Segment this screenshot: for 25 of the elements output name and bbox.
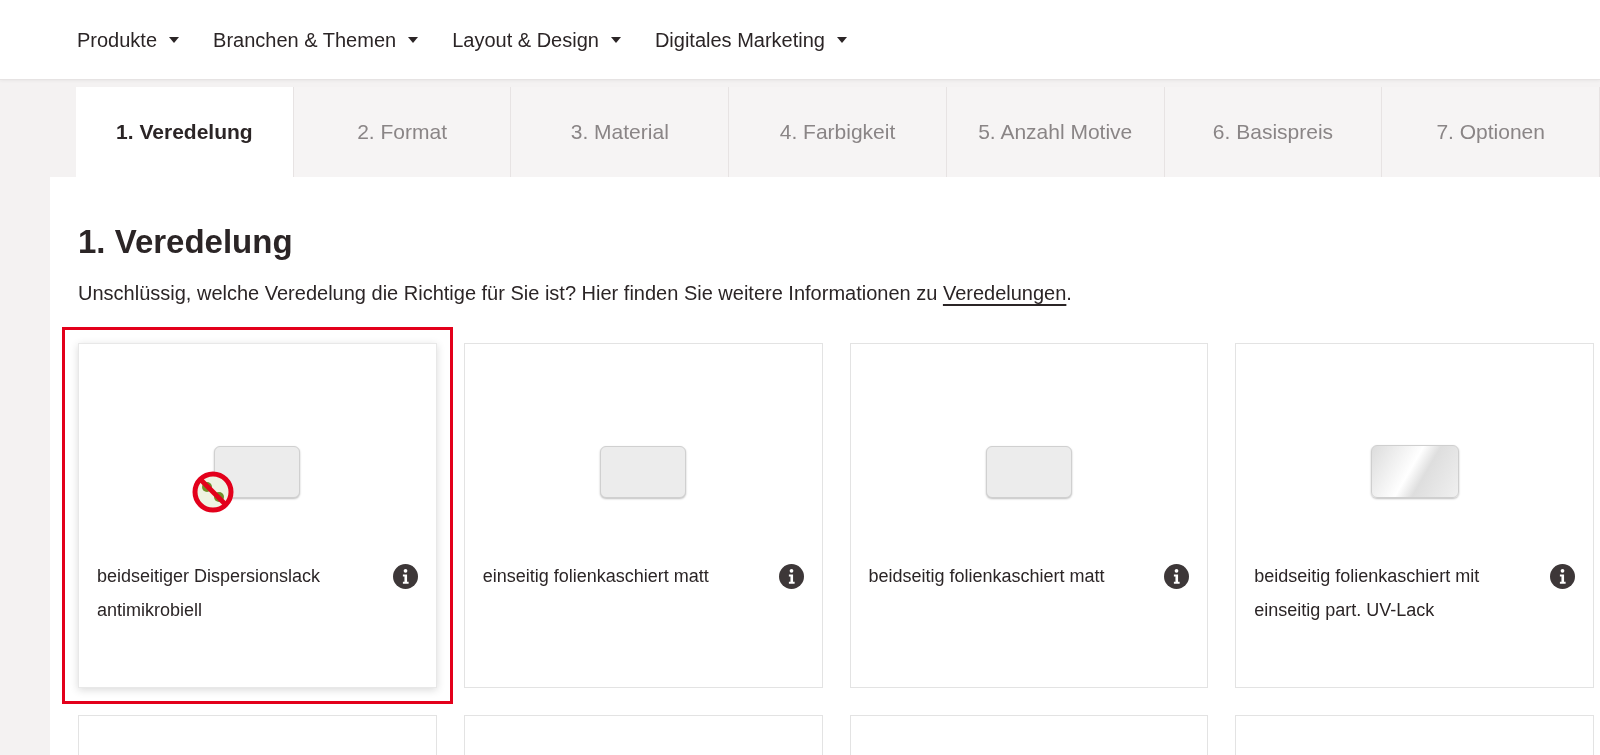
option-card[interactable]: einseitig folienkaschiert matt bbox=[463, 343, 823, 688]
option-card[interactable]: beidseitiger Dispersionslack antimikrobiell bbox=[78, 343, 437, 688]
info-icon[interactable] bbox=[1550, 564, 1575, 589]
caret-icon bbox=[837, 36, 847, 43]
veredelungen-link[interactable]: Veredelungen bbox=[942, 282, 1067, 304]
intro-text: Unschlüssig, welche Veredelung die Richtige für Sie ist? Hier finden Sie weitere Informationen zu Veredelungen. bbox=[78, 281, 1073, 306]
caret-icon bbox=[169, 36, 180, 43]
nav-menu-item[interactable]: Layout & Design bbox=[452, 24, 621, 55]
nav-menu-item[interactable]: Produkte bbox=[77, 24, 180, 55]
nav-menu-item[interactable]: Branchen & Themen bbox=[213, 24, 419, 55]
info-icon[interactable] bbox=[778, 564, 804, 589]
option-label: beidseitig folienkaschiert mit einseitig part. UV-Lack bbox=[1254, 565, 1481, 622]
nav-menu-item[interactable]: Digitales Marketing bbox=[654, 24, 847, 55]
caret-icon bbox=[610, 36, 621, 43]
caret-icon bbox=[408, 36, 419, 43]
section-heading: 1. Veredelung bbox=[78, 222, 294, 262]
no-germs-icon bbox=[192, 470, 235, 513]
option-label: beidseitiger Dispersionslack antimikrobiell bbox=[97, 565, 322, 622]
step-tab[interactable]: 1. Veredelung bbox=[76, 87, 294, 177]
option-label: beidseitig folienkaschiert matt bbox=[868, 565, 1105, 588]
option-label: einseitig folienkaschiert matt bbox=[482, 565, 709, 588]
info-icon[interactable] bbox=[1164, 564, 1190, 589]
info-icon[interactable] bbox=[392, 564, 418, 589]
option-card[interactable]: beidseitig folienkaschiert mit einseitig part. UV-Lack bbox=[1235, 343, 1594, 688]
option-card[interactable]: beidseitig folienkaschiert matt bbox=[849, 343, 1209, 688]
